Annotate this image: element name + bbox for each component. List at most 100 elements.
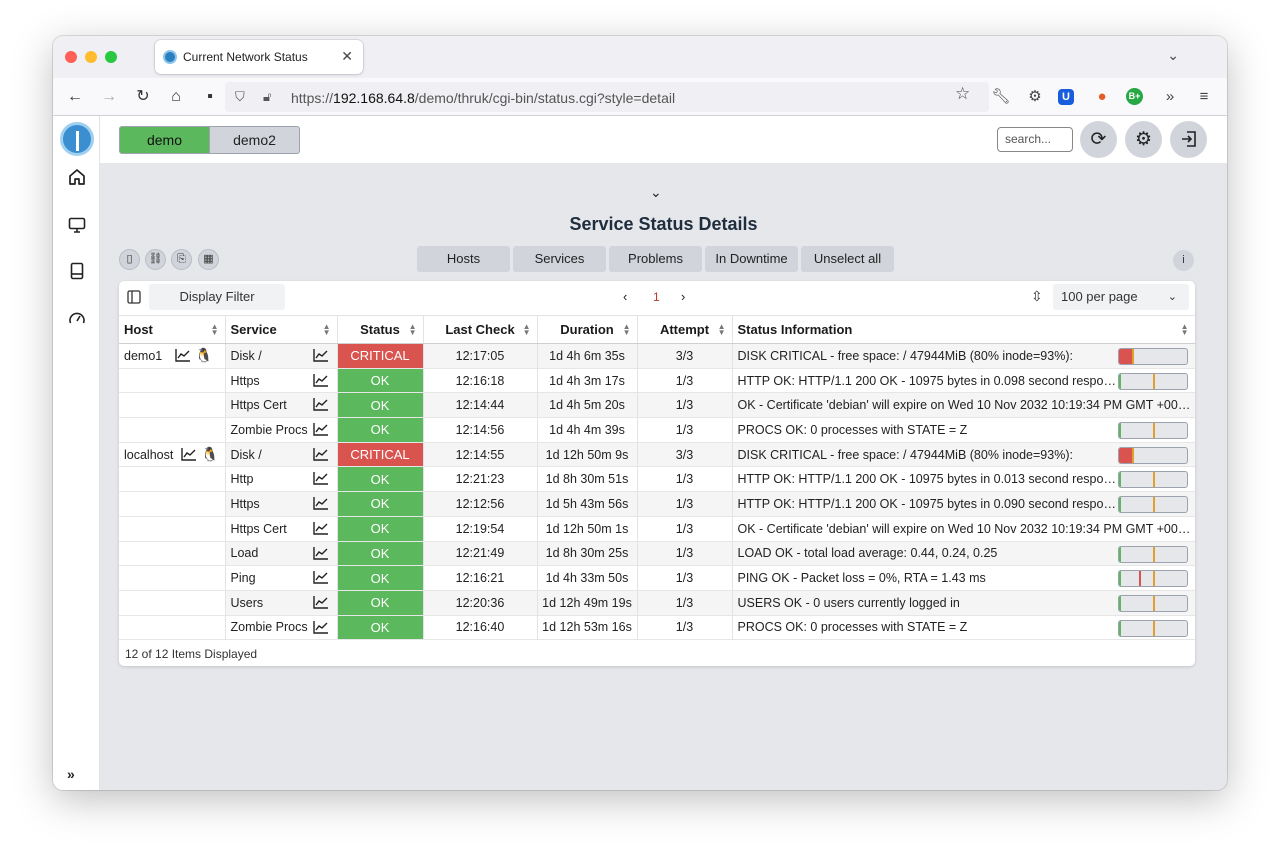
tab-list-chevron-icon[interactable]: ⌄ bbox=[1167, 47, 1179, 64]
graph-icon[interactable] bbox=[312, 496, 329, 510]
col-header-duration[interactable]: Duration ▲ ▼ bbox=[537, 315, 638, 344]
gear-icon[interactable]: ⚙ bbox=[1125, 121, 1162, 158]
host-cell[interactable]: localhost 🐧 bbox=[119, 442, 226, 468]
perfdata-bar[interactable] bbox=[1117, 372, 1188, 390]
gauge-icon[interactable] bbox=[66, 310, 88, 332]
service-cell[interactable]: Zombie Procs bbox=[225, 615, 338, 641]
home-browser-icon[interactable]: ⌂ bbox=[166, 87, 186, 107]
perfdata-bar[interactable] bbox=[1117, 422, 1188, 440]
perfdata-bar[interactable] bbox=[1117, 446, 1188, 464]
unselect-all-button[interactable]: Unselect all bbox=[801, 246, 894, 272]
host-name-link[interactable]: localhost bbox=[124, 448, 173, 462]
perfdata-bar[interactable] bbox=[1117, 619, 1188, 637]
filter-problems-button[interactable]: Problems bbox=[609, 246, 702, 272]
col-header-service[interactable]: Service ▲ ▼ bbox=[225, 315, 338, 344]
service-cell[interactable]: Ping bbox=[225, 565, 338, 591]
insecure-lock-icon[interactable]: 🔓︎ bbox=[263, 89, 271, 105]
host-graph-icon[interactable] bbox=[181, 447, 197, 461]
col-header-status-information[interactable]: Status Information ▲ ▼ bbox=[732, 315, 1195, 344]
grid-icon[interactable]: ▦ bbox=[198, 249, 219, 270]
service-cell[interactable]: Disk / bbox=[225, 343, 338, 369]
service-name-link[interactable]: Disk / bbox=[231, 448, 262, 462]
url-bar[interactable]: ⛉ 🔓︎ https://192.168.64.8/demo/thruk/cgi… bbox=[225, 82, 989, 112]
table-row[interactable]: Ping OK 12:16:21 1d 4h 33m 50s 1/3 PING OK - … bbox=[119, 565, 1195, 591]
perfdata-bar[interactable] bbox=[1117, 471, 1188, 489]
minimize-window-button[interactable] bbox=[85, 51, 97, 63]
table-row[interactable]: Https Cert OK 12:19:54 1d 12h 50m 1s 1/3 OK -… bbox=[119, 516, 1195, 542]
service-cell[interactable]: Https bbox=[225, 368, 338, 394]
graph-icon[interactable] bbox=[312, 397, 329, 412]
graph-icon[interactable] bbox=[312, 447, 329, 461]
host-cell[interactable]: demo1 🐧 bbox=[119, 343, 226, 369]
pager-prev-icon[interactable]: ‹ bbox=[623, 289, 627, 304]
logout-icon[interactable] bbox=[1170, 121, 1207, 158]
menu-icon[interactable]: ≡ bbox=[1194, 87, 1214, 107]
graph-icon[interactable] bbox=[312, 546, 329, 560]
graph-icon[interactable] bbox=[312, 570, 329, 584]
table-row[interactable]: localhost 🐧 Disk / CRITICAL 12:14:55 1d 12h 5… bbox=[119, 442, 1195, 468]
service-name-link[interactable]: Zombie Procs bbox=[231, 423, 308, 437]
pager-next-icon[interactable]: › bbox=[681, 289, 685, 304]
more-tools-icon[interactable]: » bbox=[1160, 87, 1180, 107]
host-graph-icon[interactable] bbox=[175, 348, 191, 362]
graph-icon[interactable] bbox=[312, 422, 329, 436]
export-icon[interactable]: ⎘ bbox=[171, 249, 192, 270]
service-name-link[interactable]: Zombie Procs bbox=[231, 620, 308, 634]
reload-icon[interactable]: ↻ bbox=[133, 87, 153, 107]
graph-icon[interactable] bbox=[312, 521, 329, 535]
refresh-icon[interactable]: ⟳ bbox=[1080, 121, 1117, 158]
extension-icon[interactable]: ▪ bbox=[200, 87, 220, 107]
col-header-attempt[interactable]: Attempt ▲ ▼ bbox=[637, 315, 733, 344]
per-page-select[interactable]: 100 per page ⌄ bbox=[1053, 284, 1189, 310]
graph-icon[interactable] bbox=[312, 595, 329, 609]
table-row[interactable]: demo1 🐧 Disk / CRITICAL 12:17:05 1d 4h 6m 35s… bbox=[119, 343, 1195, 369]
expand-rows-icon[interactable]: ⇳ bbox=[1031, 288, 1043, 305]
table-row[interactable]: Https Cert OK 12:14:44 1d 4h 5m 20s 1/3 OK - … bbox=[119, 392, 1195, 419]
shield-icon[interactable]: ⛉ bbox=[235, 89, 245, 105]
browser-tab[interactable]: Current Network Status ✕ bbox=[155, 40, 363, 74]
perfdata-bar[interactable] bbox=[1117, 545, 1188, 563]
table-row[interactable]: Zombie Procs OK 12:16:40 1d 12h 53m 16s 1/3 P… bbox=[119, 615, 1195, 641]
service-name-link[interactable]: Http bbox=[231, 472, 254, 486]
filter-hosts-button[interactable]: Hosts bbox=[417, 246, 510, 272]
close-window-button[interactable] bbox=[65, 51, 77, 63]
table-row[interactable]: Http OK 12:21:23 1d 8h 30m 51s 1/3 HTTP OK: H… bbox=[119, 466, 1195, 493]
service-name-link[interactable]: Https bbox=[231, 497, 260, 511]
table-row[interactable]: Users OK 12:20:36 1d 12h 49m 19s 1/3 USERS OK… bbox=[119, 590, 1195, 616]
filter-services-button[interactable]: Services bbox=[513, 246, 606, 272]
pager-current-page[interactable]: 1 bbox=[653, 290, 660, 304]
back-icon[interactable]: ← bbox=[65, 87, 85, 107]
service-cell[interactable]: Users bbox=[225, 590, 338, 616]
bookmark-icon[interactable]: ▯ bbox=[119, 249, 140, 270]
table-row[interactable]: Load OK 12:21:49 1d 8h 30m 25s 1/3 LOAD OK - … bbox=[119, 541, 1195, 567]
service-name-link[interactable]: Disk / bbox=[231, 349, 262, 363]
collapse-top-chevron-icon[interactable]: ⌄ bbox=[650, 184, 662, 201]
info-icon[interactable]: i bbox=[1173, 250, 1194, 271]
zoom-window-button[interactable] bbox=[105, 51, 117, 63]
service-name-link[interactable]: Https Cert bbox=[231, 522, 287, 536]
service-cell[interactable]: Https Cert bbox=[225, 392, 338, 419]
url-text[interactable]: https://192.168.64.8/demo/thruk/cgi-bin/… bbox=[291, 90, 675, 106]
graph-icon[interactable] bbox=[312, 620, 329, 634]
graph-icon[interactable] bbox=[312, 348, 329, 362]
columns-toggle-icon[interactable] bbox=[127, 290, 141, 307]
col-header-last-check[interactable]: Last Check ▲ ▼ bbox=[423, 315, 538, 344]
site-tab-demo[interactable]: demo bbox=[119, 126, 210, 154]
table-row[interactable]: Https OK 12:16:18 1d 4h 3m 17s 1/3 HTTP OK: H… bbox=[119, 368, 1195, 394]
service-cell[interactable]: Zombie Procs bbox=[225, 417, 338, 443]
perfdata-bar[interactable] bbox=[1117, 496, 1188, 514]
service-name-link[interactable]: Ping bbox=[231, 571, 256, 585]
book-icon[interactable] bbox=[66, 262, 88, 284]
service-name-link[interactable]: Https Cert bbox=[231, 398, 287, 412]
home-icon[interactable] bbox=[66, 168, 88, 190]
perfdata-bar[interactable] bbox=[1117, 570, 1188, 588]
service-cell[interactable]: Http bbox=[225, 466, 338, 493]
col-header-status[interactable]: Status ▲ ▼ bbox=[337, 315, 424, 344]
thruk-logo-icon[interactable] bbox=[60, 122, 94, 156]
wrench-icon[interactable]: 🔧︎ bbox=[991, 87, 1011, 107]
settings-gear-icon[interactable]: ⚙ bbox=[1025, 87, 1045, 107]
display-filter-button[interactable]: Display Filter bbox=[149, 284, 285, 310]
extension-fox-icon[interactable]: ● bbox=[1092, 87, 1112, 107]
service-name-link[interactable]: Users bbox=[231, 596, 264, 610]
service-cell[interactable]: Https Cert bbox=[225, 516, 338, 542]
